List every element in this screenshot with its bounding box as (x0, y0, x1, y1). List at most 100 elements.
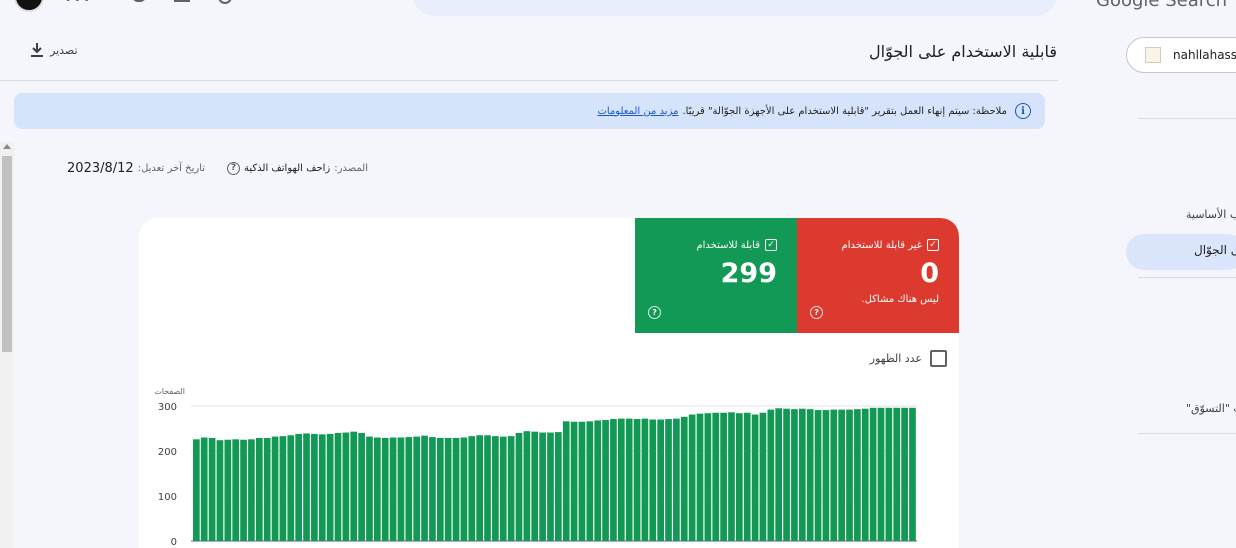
chart-bar[interactable] (838, 409, 845, 541)
chart-bar[interactable] (287, 435, 295, 541)
help-icon[interactable]: ? (810, 306, 823, 319)
chart-bar[interactable] (555, 432, 562, 541)
chart-bar[interactable] (830, 409, 838, 541)
chart-bar[interactable] (499, 436, 507, 541)
more-options-icon[interactable]: ••• (64, 0, 92, 8)
notifications-icon[interactable] (132, 0, 146, 2)
chart-bar[interactable] (248, 439, 255, 541)
chart-bar[interactable] (798, 408, 806, 541)
help-icon[interactable] (218, 0, 232, 4)
chart-bar[interactable] (751, 414, 759, 541)
chart-bar[interactable] (712, 412, 720, 541)
chart-bar[interactable] (255, 437, 263, 541)
chart-bar[interactable] (523, 431, 531, 541)
sidebar-item-shopping[interactable]: ريب "التسوّق" (1186, 402, 1236, 415)
chart-bar[interactable] (295, 433, 302, 541)
chart-bar[interactable] (374, 437, 381, 542)
chart-bar[interactable] (515, 433, 523, 541)
chart-bar[interactable] (413, 436, 421, 541)
chart-bar[interactable] (216, 440, 224, 541)
chart-bar[interactable] (358, 433, 365, 541)
chart-bar[interactable] (334, 433, 342, 541)
chart-bar[interactable] (688, 414, 696, 541)
chart-bar[interactable] (460, 437, 468, 542)
chart-bar[interactable] (728, 412, 735, 541)
chart-bar[interactable] (617, 418, 625, 541)
chart-bar[interactable] (704, 413, 712, 541)
chart-bar[interactable] (736, 413, 743, 541)
chart-bar[interactable] (791, 409, 798, 541)
export-button[interactable]: تصدير (30, 42, 78, 58)
settings-icon[interactable] (174, 0, 190, 2)
scroll-thumb[interactable] (2, 156, 12, 352)
chart-bar[interactable] (562, 421, 570, 541)
chart-bar[interactable] (200, 437, 208, 542)
chart-bar[interactable] (578, 421, 586, 541)
chart-bar[interactable] (263, 437, 271, 541)
chart-bar[interactable] (240, 439, 247, 541)
chart-bar[interactable] (224, 439, 232, 541)
chart-bar[interactable] (625, 418, 633, 541)
chart-bar[interactable] (720, 412, 727, 541)
chart-bar[interactable] (767, 409, 775, 541)
chart-bar[interactable] (877, 407, 885, 541)
chart-bar[interactable] (673, 418, 680, 541)
chart-bar[interactable] (547, 432, 554, 541)
chart-bar[interactable] (318, 434, 326, 541)
chart-bar[interactable] (279, 436, 287, 541)
chart-bar[interactable] (570, 421, 578, 541)
chart-bar[interactable] (405, 437, 413, 541)
chart-bar[interactable] (350, 431, 358, 541)
help-icon[interactable]: ? (227, 161, 241, 175)
chart-bar[interactable] (271, 436, 279, 541)
chart-bar[interactable] (641, 418, 649, 541)
chart-bar[interactable] (436, 437, 444, 541)
chart-bar[interactable] (397, 437, 405, 542)
chart-bar[interactable] (468, 436, 476, 541)
scrollbar[interactable] (0, 142, 14, 548)
check-icon[interactable]: ✓ (927, 239, 939, 251)
chart-bar[interactable] (814, 410, 822, 541)
chart-bar[interactable] (594, 420, 602, 541)
chart-bar[interactable] (444, 437, 452, 541)
chart-bar[interactable] (484, 435, 491, 541)
chart-bar[interactable] (743, 412, 751, 541)
chart-bar[interactable] (901, 407, 908, 541)
chart-bar[interactable] (342, 432, 350, 541)
chart-bar[interactable] (193, 439, 200, 541)
sidebar-item-core-vitals[interactable]: ب الأساسية (1186, 208, 1236, 221)
impressions-checkbox[interactable] (930, 349, 947, 367)
chart-bar[interactable] (610, 419, 617, 541)
impressions-toggle[interactable]: عدد الظهور (867, 348, 947, 368)
chart-bar[interactable] (539, 432, 546, 541)
check-icon[interactable]: ✓ (765, 239, 777, 251)
chart-bar[interactable] (366, 436, 373, 541)
chart-bar[interactable] (861, 408, 869, 541)
tile-not-usable[interactable]: ✓ غير قابلة للاستخدام 0 ليس هناك مشاكل. … (797, 218, 959, 333)
chart-bar[interactable] (476, 435, 483, 541)
chart-bar[interactable] (507, 436, 515, 541)
chart-bar[interactable] (649, 419, 657, 542)
chart-bar[interactable] (783, 408, 790, 541)
property-selector[interactable]: nahllahass (1126, 37, 1236, 73)
chart-bar[interactable] (232, 439, 240, 541)
chart-bar[interactable] (696, 413, 704, 541)
chart-bar[interactable] (421, 435, 428, 541)
chart-bar[interactable] (846, 409, 853, 541)
chart-bar[interactable] (665, 419, 672, 541)
chart-bar[interactable] (381, 437, 389, 541)
chart-bar[interactable] (806, 409, 814, 541)
chart-bar[interactable] (208, 437, 216, 541)
chart-bar[interactable] (492, 436, 499, 541)
chart-bar[interactable] (909, 407, 916, 541)
chart-bar[interactable] (389, 437, 397, 542)
chart-bar[interactable] (531, 431, 539, 541)
scroll-up-arrow-icon[interactable] (3, 144, 11, 149)
chart-bar[interactable] (869, 407, 877, 541)
tile-usable[interactable]: ✓ قابلة للاستخدام 299 ? (635, 218, 797, 333)
chart-bar[interactable] (854, 409, 861, 541)
chart-bar[interactable] (822, 410, 830, 541)
chart-bar[interactable] (326, 433, 334, 541)
learn-more-link[interactable]: مزيد من المعلومات (597, 106, 678, 117)
chart-bar[interactable] (759, 412, 767, 541)
